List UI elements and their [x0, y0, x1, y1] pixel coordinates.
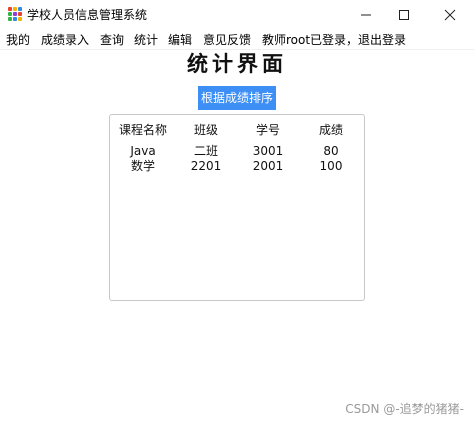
column-header-course: 课程名称 [118, 123, 168, 137]
menu-item-statistics[interactable]: 统计 [134, 32, 158, 48]
maximize-button[interactable] [384, 0, 424, 30]
close-icon [444, 9, 456, 21]
maximize-icon [399, 10, 409, 20]
menu-item-logout[interactable]: 教师root已登录，退出登录 [262, 32, 406, 48]
table-cell-class: 2201 [190, 159, 222, 173]
column-header-class: 班级 [193, 123, 219, 137]
app-icon [8, 7, 22, 21]
menu-bar: 我的 成绩录入 查询 统计 编辑 意见反馈 教师root已登录，退出登录 [0, 30, 474, 50]
table-cell-class: 二班 [193, 144, 219, 158]
watermark: CSDN @-追梦的猪猪- [345, 402, 464, 416]
column-header-student-id: 学号 [255, 123, 281, 137]
table-cell-course: 数学 [130, 159, 156, 173]
table-cell-grade: 80 [323, 144, 339, 158]
title-bar[interactable]: 学校人员信息管理系统 [0, 0, 474, 30]
statistics-table[interactable]: 课程名称 班级 学号 成绩 Java 二班 3001 80 数学 2201 20… [109, 114, 365, 301]
table-cell-student-id: 2001 [252, 159, 284, 173]
menu-item-edit[interactable]: 编辑 [168, 32, 192, 48]
table-cell-student-id: 3001 [252, 144, 284, 158]
app-window: 学校人员信息管理系统 我的 成绩录入 查询 统计 编辑 意见反馈 教师root已… [0, 0, 474, 424]
sort-by-grade-button[interactable]: 根据成绩排序 [198, 86, 276, 110]
menu-item-mine[interactable]: 我的 [6, 32, 30, 48]
column-header-grade: 成绩 [318, 123, 344, 137]
menu-item-query[interactable]: 查询 [100, 32, 124, 48]
minimize-icon [361, 14, 371, 16]
close-button[interactable] [430, 0, 470, 30]
minimize-button[interactable] [346, 0, 386, 30]
window-title: 学校人员信息管理系统 [27, 8, 148, 22]
menu-item-feedback[interactable]: 意见反馈 [203, 32, 251, 48]
table-cell-course: Java [130, 144, 156, 158]
page-title: 统计界面 [187, 51, 287, 76]
table-cell-grade: 100 [319, 159, 343, 173]
menu-item-grade-entry[interactable]: 成绩录入 [41, 32, 89, 48]
